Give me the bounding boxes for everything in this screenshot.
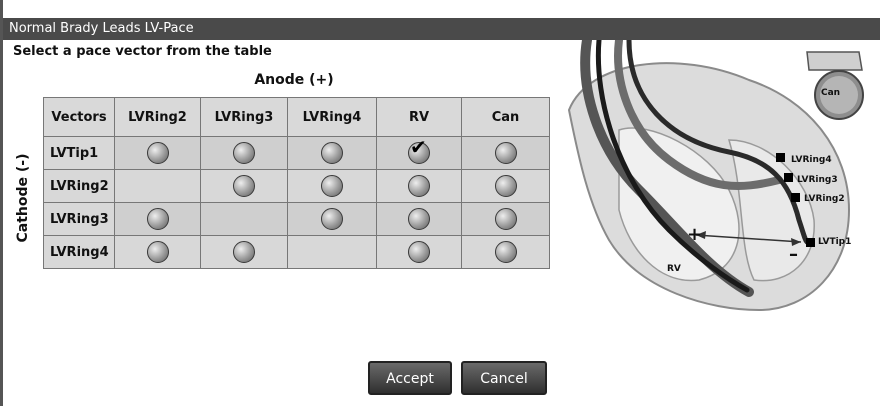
instruction-text: Select a pace vector from the table (13, 44, 272, 59)
vector-cell[interactable] (287, 136, 377, 170)
plus-sign: + (687, 224, 703, 245)
column-header-rv: RV (376, 97, 462, 137)
row-label: LVRing4 (43, 235, 115, 269)
rv-label: RV (667, 264, 681, 274)
vector-cell[interactable] (376, 235, 462, 269)
vector-cell[interactable] (114, 235, 201, 269)
pace-vector-table: Vectors LVRing2 LVRing3 LVRing4 RV Can L… (43, 97, 550, 269)
vector-cell[interactable] (200, 136, 288, 170)
row-label: LVRing2 (43, 169, 115, 203)
anode-label: Anode (+) (254, 72, 334, 88)
vector-radio[interactable] (408, 241, 430, 263)
column-header-lvring3: LVRing3 (200, 97, 288, 137)
vector-cell[interactable]: ✔ (376, 136, 462, 170)
vector-radio[interactable] (408, 175, 430, 197)
lvtip1-label: LVTip1 (818, 237, 852, 247)
vector-cell[interactable] (376, 202, 462, 236)
vector-radio[interactable] (321, 175, 343, 197)
vector-cell[interactable] (200, 169, 288, 203)
vector-radio[interactable] (408, 208, 430, 230)
vector-radio[interactable] (233, 241, 255, 263)
vector-cell[interactable] (461, 202, 550, 236)
vector-radio[interactable] (494, 241, 517, 263)
cathode-label: Cathode (-) (15, 153, 31, 243)
pace-vector-dialog: Normal Brady Leads LV-Pace Select a pace… (0, 0, 880, 406)
table-row: LVRing3 (43, 202, 550, 236)
accept-button[interactable]: Accept (368, 361, 452, 395)
vector-cell (287, 235, 377, 269)
vector-radio[interactable] (494, 142, 517, 164)
vector-cell[interactable] (114, 136, 201, 170)
vector-radio[interactable] (146, 142, 169, 164)
table-row: LVRing4 (43, 235, 550, 269)
column-header-lvring2: LVRing2 (114, 97, 201, 137)
vector-cell[interactable] (461, 235, 550, 269)
table-row: LVTip1 ✔ (43, 136, 550, 170)
table-row: LVRing2 (43, 169, 550, 203)
column-header-can: Can (461, 97, 550, 137)
can-label: Can (821, 88, 841, 98)
dialog-title: Normal Brady Leads LV-Pace (3, 18, 880, 40)
vector-cell[interactable] (114, 202, 201, 236)
lvring4-label: LVRing4 (791, 155, 832, 165)
cancel-button[interactable]: Cancel (461, 361, 547, 395)
minus-sign: – (789, 244, 798, 265)
vector-cell[interactable] (461, 136, 550, 170)
vector-cell[interactable] (376, 169, 462, 203)
vector-radio[interactable] (233, 142, 255, 164)
vector-cell[interactable] (287, 202, 377, 236)
vector-cell (114, 169, 201, 203)
vector-radio[interactable] (494, 208, 517, 230)
vector-radio[interactable] (233, 175, 255, 197)
row-label: LVRing3 (43, 202, 115, 236)
vector-cell (200, 202, 288, 236)
vector-radio[interactable] (146, 208, 169, 230)
vector-radio[interactable] (321, 208, 343, 230)
vector-radio[interactable] (494, 175, 517, 197)
column-header-vectors: Vectors (43, 97, 115, 137)
row-label: LVTip1 (43, 136, 115, 170)
lvring2-label: LVRing2 (804, 194, 845, 204)
vector-cell[interactable] (461, 169, 550, 203)
vector-radio-selected[interactable]: ✔ (408, 137, 430, 164)
vector-cell[interactable] (200, 235, 288, 269)
lvring3-label: LVRing3 (797, 175, 838, 185)
checkmark-icon: ✔ (410, 135, 427, 159)
vector-cell[interactable] (287, 169, 377, 203)
vector-radio[interactable] (146, 241, 169, 263)
column-header-lvring4: LVRing4 (287, 97, 377, 137)
vector-radio[interactable] (321, 142, 343, 164)
